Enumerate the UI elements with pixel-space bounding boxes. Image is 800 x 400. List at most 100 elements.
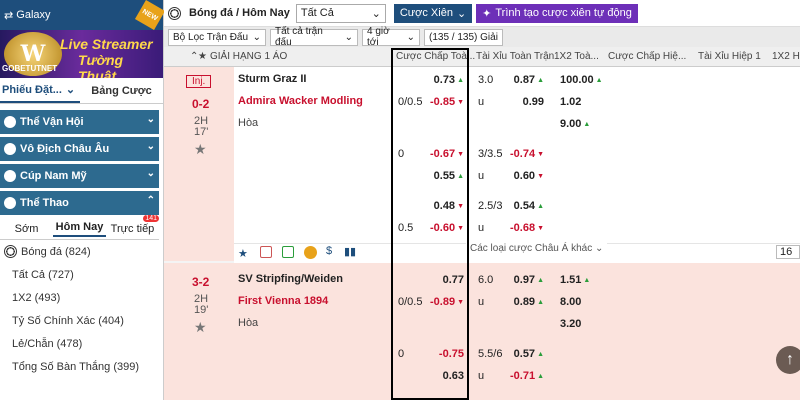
- page-title-label: Bóng đá / Hôm Nay: [189, 7, 290, 19]
- x12-odds[interactable]: [560, 165, 596, 187]
- ou-odds[interactable]: 0.89 ▲: [508, 291, 544, 313]
- trend-down-icon: ▼: [457, 150, 464, 158]
- ou-line: u: [478, 91, 508, 113]
- injury-badge: Inj.: [186, 75, 212, 88]
- ou-odds-value: 0.89: [513, 296, 536, 308]
- more-asian-bets-link[interactable]: Các loại cược Châu Á khác ⌄: [466, 243, 608, 254]
- handicap-odds[interactable]: -0.75: [438, 343, 464, 365]
- match2-home[interactable]: SV Stripfing/Weiden: [238, 273, 343, 285]
- list-item[interactable]: Tỷ Số Chính Xác (404): [0, 309, 163, 332]
- video-icon[interactable]: [260, 246, 272, 258]
- sidebar-item-vo-dich-chau-au[interactable]: Vô Địch Châu Âu ⌄: [0, 137, 159, 161]
- trend-up-icon: ▲: [583, 276, 591, 284]
- stats-board-icon[interactable]: [282, 246, 294, 258]
- tab-bang-cuoc[interactable]: Bảng Cược: [80, 85, 163, 97]
- ou-line: 6.0: [478, 269, 508, 291]
- tab-som[interactable]: Sớm: [0, 223, 53, 235]
- x12-odds[interactable]: [560, 365, 596, 387]
- sport-football[interactable]: Bóng đá (824): [0, 240, 163, 263]
- handicap-odds[interactable]: -0.60 ▼: [430, 217, 464, 239]
- x12-odds[interactable]: 100.00 ▲: [560, 69, 603, 91]
- live-streamer-banner[interactable]: W Live Streamer Tường Thuật GOBETUTNET: [0, 30, 163, 78]
- ou-odds[interactable]: 0.60 ▼: [508, 165, 544, 187]
- tab-hom-nay[interactable]: Hôm Nay: [53, 221, 106, 237]
- handicap-odds[interactable]: 0.48 ▼: [434, 195, 464, 217]
- match-filter-select[interactable]: Bộ Lọc Trận Đấu ⌄: [168, 28, 266, 46]
- star-outline-icon[interactable]: ★: [238, 247, 248, 260]
- handicap-odds[interactable]: 0.73 ▲: [434, 69, 464, 91]
- trend-down-icon: ▼: [537, 150, 544, 158]
- chevron-down-icon: ⌄: [371, 7, 381, 20]
- x12-odds[interactable]: [560, 143, 596, 165]
- ou-odds[interactable]: -0.68 ▼: [508, 217, 544, 239]
- x12-odds[interactable]: 8.00: [560, 291, 596, 313]
- copa-icon: [4, 170, 16, 182]
- ou-odds[interactable]: -0.74 ▼: [508, 143, 544, 165]
- ou-odds[interactable]: 0.57 ▲: [508, 343, 544, 365]
- trend-down-icon: ▼: [537, 224, 544, 232]
- trend-down-icon: ▼: [457, 224, 464, 232]
- handicap-odds[interactable]: 0.77: [438, 269, 464, 291]
- sidebar-item-the-thao[interactable]: Thể Thao ⌃: [0, 191, 159, 215]
- auto-parlay-button[interactable]: ✦ Trình tạo cược xiên tự động: [476, 3, 638, 23]
- banner-brand: GOBETUTNET: [2, 64, 58, 73]
- match2-minute: 19': [194, 304, 209, 316]
- match2-away[interactable]: First Vienna 1894: [238, 295, 328, 307]
- handicap-line-value: 0/0.5: [398, 296, 423, 308]
- x12-odds[interactable]: 1.02: [560, 91, 596, 113]
- x12-odds[interactable]: 9.00 ▲: [560, 113, 596, 135]
- tab-phieu-dat[interactable]: Phiếu Đặt... ⌄: [0, 78, 80, 103]
- handicap-odds[interactable]: [438, 113, 464, 135]
- sidebar-item-the-van-hoi[interactable]: Thể Vận Hội ⌄: [0, 110, 159, 134]
- handicap-odds[interactable]: -0.67 ▼: [430, 143, 464, 165]
- x12-odds[interactable]: [560, 195, 596, 217]
- sidebar-item-cup-nam-my[interactable]: Cúp Nam Mỹ ⌄: [0, 164, 159, 188]
- list-item[interactable]: 1X2 (493): [0, 286, 163, 309]
- dollar-icon[interactable]: $: [326, 245, 332, 257]
- handicap-odds-value: 0.55: [433, 170, 456, 182]
- list-item[interactable]: Lẻ/Chẵn (478): [0, 332, 163, 355]
- market-select[interactable]: Tất Cả ⌄: [295, 3, 386, 23]
- ou-odds[interactable]: [508, 313, 544, 335]
- magic-icon: ✦: [482, 7, 492, 20]
- handicap-odds[interactable]: -0.89 ▼: [430, 291, 464, 313]
- ou-odds[interactable]: -0.71 ▲: [508, 365, 544, 387]
- col-ou-h1: Tài Xỉu Hiệp 1: [698, 51, 761, 62]
- chevron-down-icon: ⌄: [456, 7, 467, 20]
- bet-slip-tabs: Phiếu Đặt... ⌄ Bảng Cược: [0, 78, 163, 104]
- tab-truc-tiep[interactable]: Trực tiếp 141: [106, 214, 159, 235]
- league-count-select[interactable]: (135 / 135) Giải: [424, 28, 503, 46]
- page-select[interactable]: 16: [776, 245, 800, 259]
- trend-up-icon: ▲: [537, 76, 544, 84]
- match1-away[interactable]: Admira Wacker Modling: [238, 95, 363, 107]
- ou-odds[interactable]: [508, 113, 544, 135]
- x12-odds[interactable]: 1.51 ▲: [560, 269, 596, 291]
- list-item[interactable]: Tổng Số Bàn Thắng (399): [0, 355, 163, 378]
- ou-odds[interactable]: 0.99: [508, 91, 544, 113]
- handicap-odds[interactable]: 0.63: [438, 365, 464, 387]
- list-item[interactable]: Tất Cả (727): [0, 263, 163, 286]
- favorite-star-icon[interactable]: ★: [194, 141, 207, 158]
- all-matches-select[interactable]: Tất cả trận đấu ⌄: [270, 26, 358, 48]
- galaxy-header[interactable]: ⇄ Galaxy NEW: [0, 0, 166, 31]
- ou-odds[interactable]: 0.54 ▲: [508, 195, 544, 217]
- scroll-top-button[interactable]: ↑: [776, 346, 800, 374]
- chevron-down-icon: ⌄: [252, 31, 261, 43]
- x12-odds[interactable]: [560, 343, 596, 365]
- favorite-star-icon[interactable]: ★: [194, 319, 207, 336]
- handicap-odds[interactable]: -0.85 ▼: [430, 91, 464, 113]
- x12-odds[interactable]: 3.20: [560, 313, 596, 335]
- parlay-button[interactable]: Cược Xiên ⌄: [393, 3, 473, 23]
- ou-odds[interactable]: 0.97 ▲: [508, 269, 544, 291]
- coin-icon[interactable]: [304, 246, 317, 259]
- ou-odds[interactable]: 0.87 ▲: [508, 69, 544, 91]
- ou-odds-value: -0.71: [509, 370, 536, 382]
- x12-odds[interactable]: [560, 217, 596, 239]
- hours-select[interactable]: 4 giờ tới ⌄: [362, 26, 420, 48]
- handicap-odds[interactable]: 0.55 ▲: [434, 165, 464, 187]
- star-icon[interactable]: ★: [198, 51, 207, 62]
- handicap-odds[interactable]: [438, 313, 464, 335]
- sidebar: ⇄ Galaxy NEW W Live Streamer Tường Thuật…: [0, 0, 166, 400]
- match1-home[interactable]: Sturm Graz II: [238, 73, 306, 85]
- bar-chart-icon[interactable]: ▮▮: [344, 245, 356, 258]
